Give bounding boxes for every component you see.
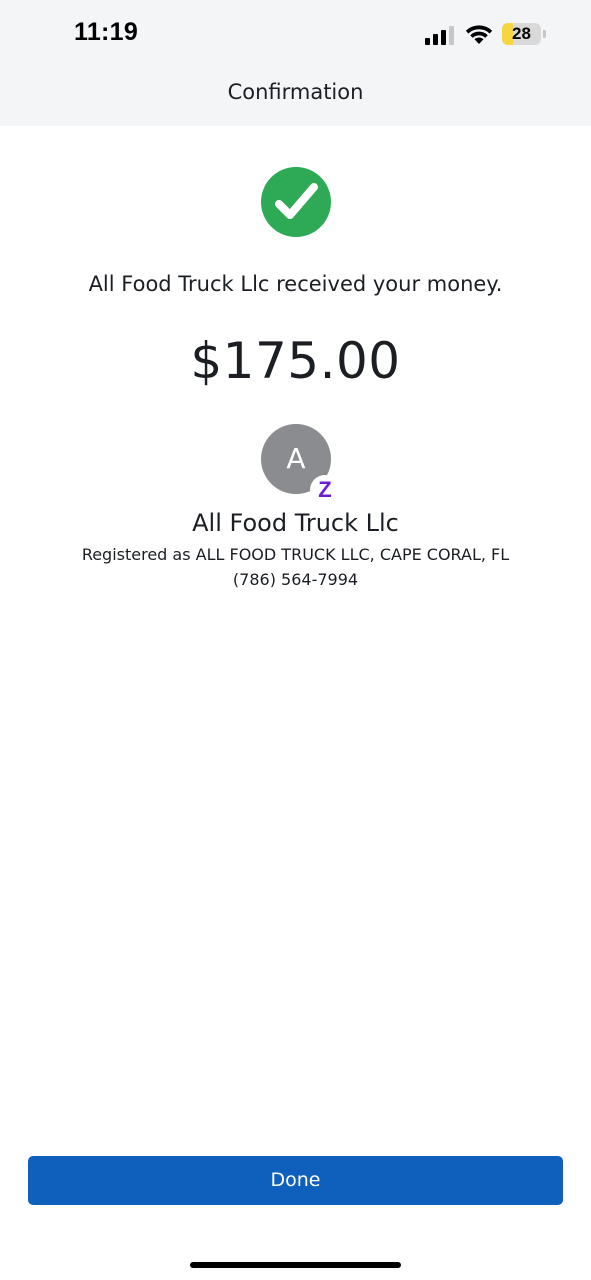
status-time: 11:19	[74, 18, 139, 46]
page-title: Confirmation	[227, 80, 364, 104]
done-button[interactable]: Done	[28, 1156, 563, 1205]
zelle-icon: Z	[310, 475, 340, 505]
wifi-icon	[465, 25, 493, 44]
battery-icon: 28	[502, 23, 546, 45]
confirmation-message: All Food Truck Llc received your money.	[88, 272, 503, 296]
zelle-glyph: Z	[318, 477, 332, 502]
battery-nub	[543, 30, 546, 38]
home-indicator[interactable]	[190, 1262, 401, 1268]
recipient-name: All Food Truck Llc	[192, 509, 399, 537]
cellular-signal-icon	[425, 26, 454, 45]
checkmark-circle-icon	[261, 167, 331, 237]
top-header: 11:19 28 Confirmation	[0, 0, 591, 126]
registered-as-text: Registered as ALL FOOD TRUCK LLC, CAPE C…	[81, 545, 510, 564]
payment-amount: $175.00	[190, 332, 401, 390]
recipient-phone: (786) 564-7994	[232, 570, 359, 589]
battery-level: 28	[512, 24, 531, 43]
battery-body: 28	[502, 23, 541, 45]
